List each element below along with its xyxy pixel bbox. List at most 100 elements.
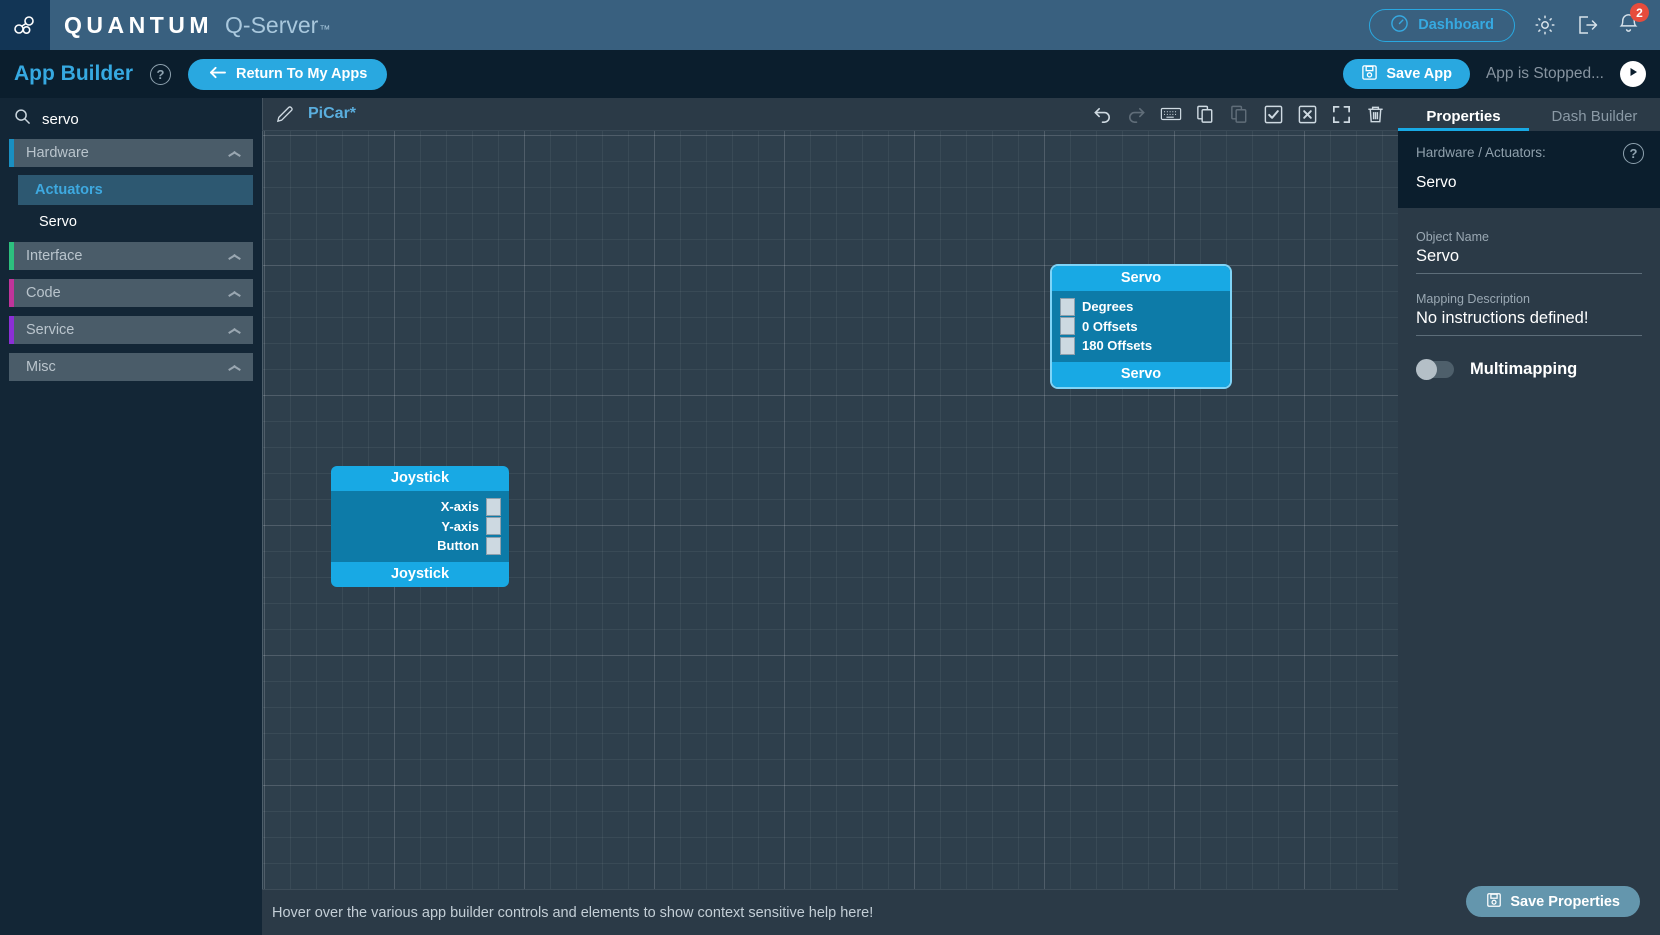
context-help-bar: Hover over the various app builder contr…: [262, 889, 1398, 935]
save-properties-button[interactable]: Save Properties: [1466, 886, 1640, 917]
node-port[interactable]: 180 Offsets: [1052, 336, 1230, 356]
keyboard-icon[interactable]: [1160, 105, 1182, 123]
sidebar-item-servo[interactable]: Servo: [0, 205, 262, 238]
tab-properties[interactable]: Properties: [1398, 108, 1529, 131]
category-accent-bar: [9, 316, 14, 344]
notification-badge: 2: [1630, 3, 1649, 22]
node-canvas[interactable]: Servo Degrees 0 Offsets 180 Offsets Serv…: [262, 131, 1398, 889]
selected-object-name: Servo: [1416, 174, 1457, 191]
fullscreen-icon[interactable]: [1331, 104, 1352, 125]
app-builder-header-bar: App Builder ? Return To My Apps Save App…: [0, 50, 1660, 98]
return-button-label: Return To My Apps: [236, 66, 368, 82]
node-servo[interactable]: Servo Degrees 0 Offsets 180 Offsets Serv…: [1052, 266, 1230, 387]
node-joystick[interactable]: Joystick X-axis Y-axis Button Joystick: [331, 466, 509, 587]
node-port[interactable]: Y-axis: [331, 517, 509, 537]
search-input[interactable]: [42, 110, 237, 128]
brand-title: QUANTUM Q-Server ™: [64, 12, 330, 39]
category-label: Code: [26, 285, 61, 301]
sidebar-category-misc[interactable]: Misc: [9, 353, 253, 381]
multimapping-label: Multimapping: [1470, 360, 1578, 378]
breadcrumb: Hardware / Actuators:: [1416, 145, 1546, 160]
dashboard-button[interactable]: Dashboard: [1369, 8, 1515, 42]
run-app-button[interactable]: [1620, 61, 1646, 87]
port-connector[interactable]: [486, 497, 501, 516]
sidebar-item-actuators[interactable]: Actuators: [18, 175, 253, 205]
logout-icon[interactable]: [1575, 13, 1599, 37]
object-name-field: Object Name: [1416, 230, 1642, 274]
multimapping-toggle[interactable]: [1416, 359, 1454, 380]
port-connector[interactable]: [1060, 297, 1075, 316]
node-port[interactable]: 0 Offsets: [1052, 317, 1230, 337]
play-icon: [1627, 65, 1639, 83]
port-connector[interactable]: [1060, 336, 1075, 355]
field-label: Mapping Description: [1416, 292, 1530, 306]
chevron-up-icon: [229, 150, 240, 157]
properties-header: Hardware / Actuators: Servo ?: [1398, 131, 1660, 208]
arrow-left-icon: [208, 65, 227, 84]
floppy-disk-icon: [1361, 64, 1378, 85]
save-properties-label: Save Properties: [1510, 893, 1620, 910]
category-accent-bar: [9, 139, 14, 167]
undo-icon[interactable]: [1092, 104, 1113, 125]
port-label: Button: [437, 538, 479, 554]
node-footer: Joystick: [331, 561, 509, 587]
chevron-up-icon: [229, 253, 240, 260]
port-label: Y-axis: [441, 518, 479, 534]
top-navigation-bar: QUANTUM Q-Server ™ Dashboard 2: [0, 0, 1660, 50]
trash-icon[interactable]: [1365, 104, 1386, 125]
check-icon[interactable]: [1263, 104, 1284, 125]
node-body: Degrees 0 Offsets 180 Offsets: [1052, 291, 1230, 362]
category-label: Hardware: [26, 145, 89, 161]
canvas-area: PiCar* Servo Degrees 0 Offsets 180 Offse…: [262, 98, 1398, 935]
redo-icon: [1126, 104, 1147, 125]
sidebar-category-service[interactable]: Service: [9, 316, 253, 344]
save-properties-row: Save Properties: [1398, 886, 1660, 935]
gear-icon[interactable]: [1533, 13, 1557, 37]
main-body: Hardware Actuators Servo Interface Code …: [0, 98, 1660, 935]
properties-fields: Object Name Mapping Description Multimap…: [1398, 208, 1660, 380]
port-connector[interactable]: [1060, 317, 1075, 336]
sidebar-category-code[interactable]: Code: [9, 279, 253, 307]
notifications-button[interactable]: 2: [1617, 3, 1649, 39]
node-port[interactable]: X-axis: [331, 497, 509, 517]
close-box-icon[interactable]: [1297, 104, 1318, 125]
search-icon: [14, 108, 31, 130]
mapping-description-input[interactable]: [1416, 309, 1642, 336]
node-port[interactable]: Button: [331, 536, 509, 556]
category-accent-bar: [9, 279, 14, 307]
port-label: Degrees: [1082, 299, 1134, 315]
sidebar-category-interface[interactable]: Interface: [9, 242, 253, 270]
return-to-my-apps-button[interactable]: Return To My Apps: [188, 58, 388, 90]
sidebar-category-hardware[interactable]: Hardware: [9, 139, 253, 167]
chevron-up-icon: [229, 290, 240, 297]
node-header: Servo: [1052, 266, 1230, 291]
properties-panel: Properties Dash Builder Hardware / Actua…: [1398, 98, 1660, 935]
chevron-up-icon: [229, 327, 240, 334]
brand-secondary: Q-Server: [225, 11, 319, 38]
search-row: [0, 102, 262, 136]
object-name-input[interactable]: [1416, 247, 1642, 274]
category-label: Interface: [26, 248, 83, 264]
properties-tabs: Properties Dash Builder: [1398, 98, 1660, 131]
pencil-icon[interactable]: [275, 105, 294, 124]
mapping-description-field: Mapping Description: [1416, 292, 1642, 336]
multimapping-row: Multimapping: [1416, 359, 1642, 380]
node-port[interactable]: Degrees: [1052, 297, 1230, 317]
save-app-button[interactable]: Save App: [1343, 59, 1470, 89]
category-label: Service: [26, 322, 75, 338]
quantum-logo-icon[interactable]: [0, 0, 50, 50]
page-title: App Builder: [14, 62, 133, 85]
help-icon[interactable]: ?: [150, 63, 171, 85]
app-builder-window: QUANTUM Q-Server ™ Dashboard 2 App Build…: [0, 0, 1660, 935]
tab-dash-builder[interactable]: Dash Builder: [1529, 108, 1660, 131]
context-help-text: Hover over the various app builder contr…: [272, 904, 874, 921]
port-connector[interactable]: [486, 536, 501, 555]
help-icon[interactable]: ?: [1623, 143, 1644, 164]
dashboard-button-label: Dashboard: [1418, 17, 1494, 33]
port-connector[interactable]: [486, 517, 501, 536]
copy-icon[interactable]: [1195, 104, 1216, 125]
category-label: Misc: [26, 359, 56, 375]
subcategory-label: Actuators: [35, 182, 103, 198]
app-status-text: App is Stopped...: [1485, 65, 1604, 82]
port-label: 0 Offsets: [1082, 318, 1138, 334]
